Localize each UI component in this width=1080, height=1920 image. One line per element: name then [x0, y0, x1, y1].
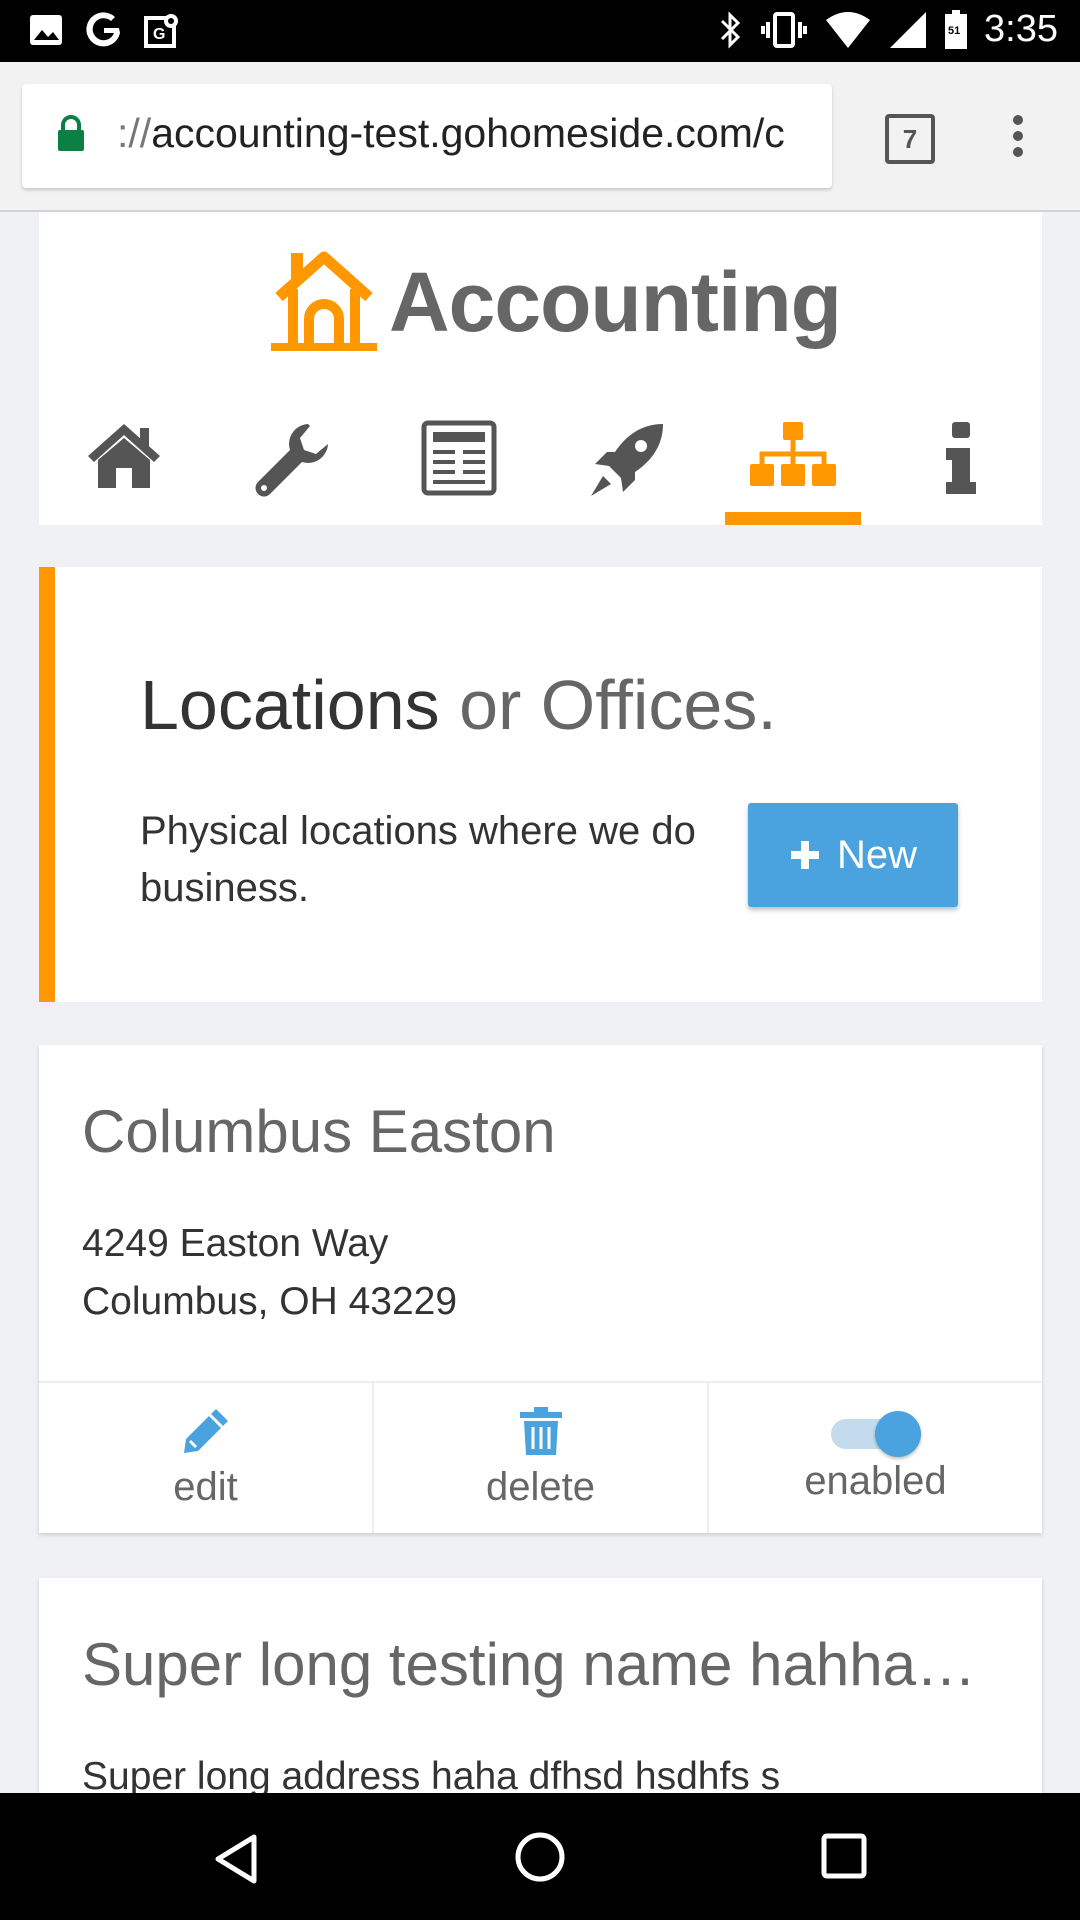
- battery-icon: 51: [945, 9, 968, 49]
- nav-info[interactable]: [892, 412, 1028, 525]
- browser-toolbar: ://accounting-test.gohomeside.com/c 7: [0, 62, 1080, 212]
- accent-stripe: [39, 567, 55, 1002]
- nav-launch[interactable]: [559, 412, 695, 525]
- intro-card: Locations or Offices. Physical locations…: [39, 567, 1042, 1002]
- bluetooth-icon: [720, 10, 741, 49]
- new-button-label: New: [836, 832, 918, 877]
- toggle-knob: [874, 1411, 921, 1457]
- rocket-icon: [591, 424, 663, 496]
- page-title: Locations or Offices.: [140, 666, 777, 744]
- location-name: Columbus Easton: [82, 1098, 556, 1165]
- location-card: Super long testing name hahhahahaha Supe…: [39, 1578, 1042, 1793]
- page-description: Physical locations where we do business.: [140, 809, 696, 910]
- image-icon: [30, 15, 62, 45]
- nav-settings[interactable]: [224, 412, 360, 525]
- newspaper-icon: [421, 420, 497, 496]
- svg-text:G: G: [153, 26, 165, 43]
- location-address: 4249 Easton Way Columbus, OH 43229: [82, 1215, 457, 1331]
- tab-switcher-button[interactable]: 7: [885, 114, 935, 164]
- toggle-switch[interactable]: [830, 1405, 921, 1457]
- nav-reports[interactable]: [391, 412, 527, 525]
- logo[interactable]: Accounting: [269, 247, 842, 357]
- signal-icon: [890, 11, 927, 48]
- svg-text:51: 51: [948, 25, 960, 37]
- enabled-toggle[interactable]: enabled: [707, 1383, 1042, 1533]
- app-header: Accounting: [39, 212, 1042, 525]
- location-name: Super long testing name hahhahahaha: [82, 1631, 1007, 1698]
- status-bar: G 51 3:35: [0, 0, 1080, 62]
- recents-icon[interactable]: [821, 1833, 867, 1879]
- system-nav-bar: [0, 1793, 1080, 1920]
- google-icon: [86, 12, 120, 47]
- delete-label: delete: [486, 1465, 595, 1509]
- address-line-1: 4249 Easton Way: [82, 1222, 389, 1265]
- clock: 3:35: [984, 8, 1058, 50]
- location-card: Columbus Easton 4249 Easton Way Columbus…: [39, 1045, 1042, 1533]
- nav-active-indicator: [725, 512, 861, 525]
- delete-button[interactable]: delete: [372, 1383, 707, 1533]
- address-line-2: Columbus, OH 43229: [82, 1280, 458, 1323]
- nav-locations[interactable]: [725, 412, 861, 525]
- main-nav: [39, 412, 1042, 525]
- trash-icon: [519, 1407, 562, 1455]
- more-menu-icon[interactable]: [1008, 114, 1028, 158]
- address-bar[interactable]: ://accounting-test.gohomeside.com/c: [22, 84, 832, 188]
- new-location-button[interactable]: New: [748, 803, 958, 907]
- back-icon[interactable]: [212, 1833, 260, 1885]
- address-line-1: Super long address haha dfhsd hsdhfs s: [82, 1755, 781, 1793]
- edit-button[interactable]: edit: [39, 1383, 372, 1533]
- enabled-label: enabled: [804, 1459, 947, 1503]
- home-circle-icon[interactable]: [514, 1831, 566, 1883]
- edit-label: edit: [173, 1465, 238, 1509]
- location-actions: edit delete enabled: [39, 1381, 1042, 1533]
- wrench-icon: [255, 424, 328, 497]
- maps-icon: G: [144, 14, 178, 48]
- lock-icon: [58, 115, 84, 151]
- home-icon: [88, 424, 160, 488]
- pencil-icon: [183, 1409, 228, 1453]
- nav-home[interactable]: [56, 412, 192, 525]
- url-text: ://accounting-test.gohomeside.com/c: [117, 110, 785, 156]
- plus-icon: [790, 841, 819, 869]
- info-icon: [946, 422, 976, 494]
- location-address: Super long address haha dfhsd hsdhfs s: [82, 1748, 780, 1793]
- house-logo-icon: [271, 251, 377, 351]
- sitemap-icon: [750, 422, 836, 486]
- vibrate-icon: [761, 11, 808, 48]
- logo-text: Accounting: [389, 254, 842, 349]
- wifi-icon: [826, 11, 871, 48]
